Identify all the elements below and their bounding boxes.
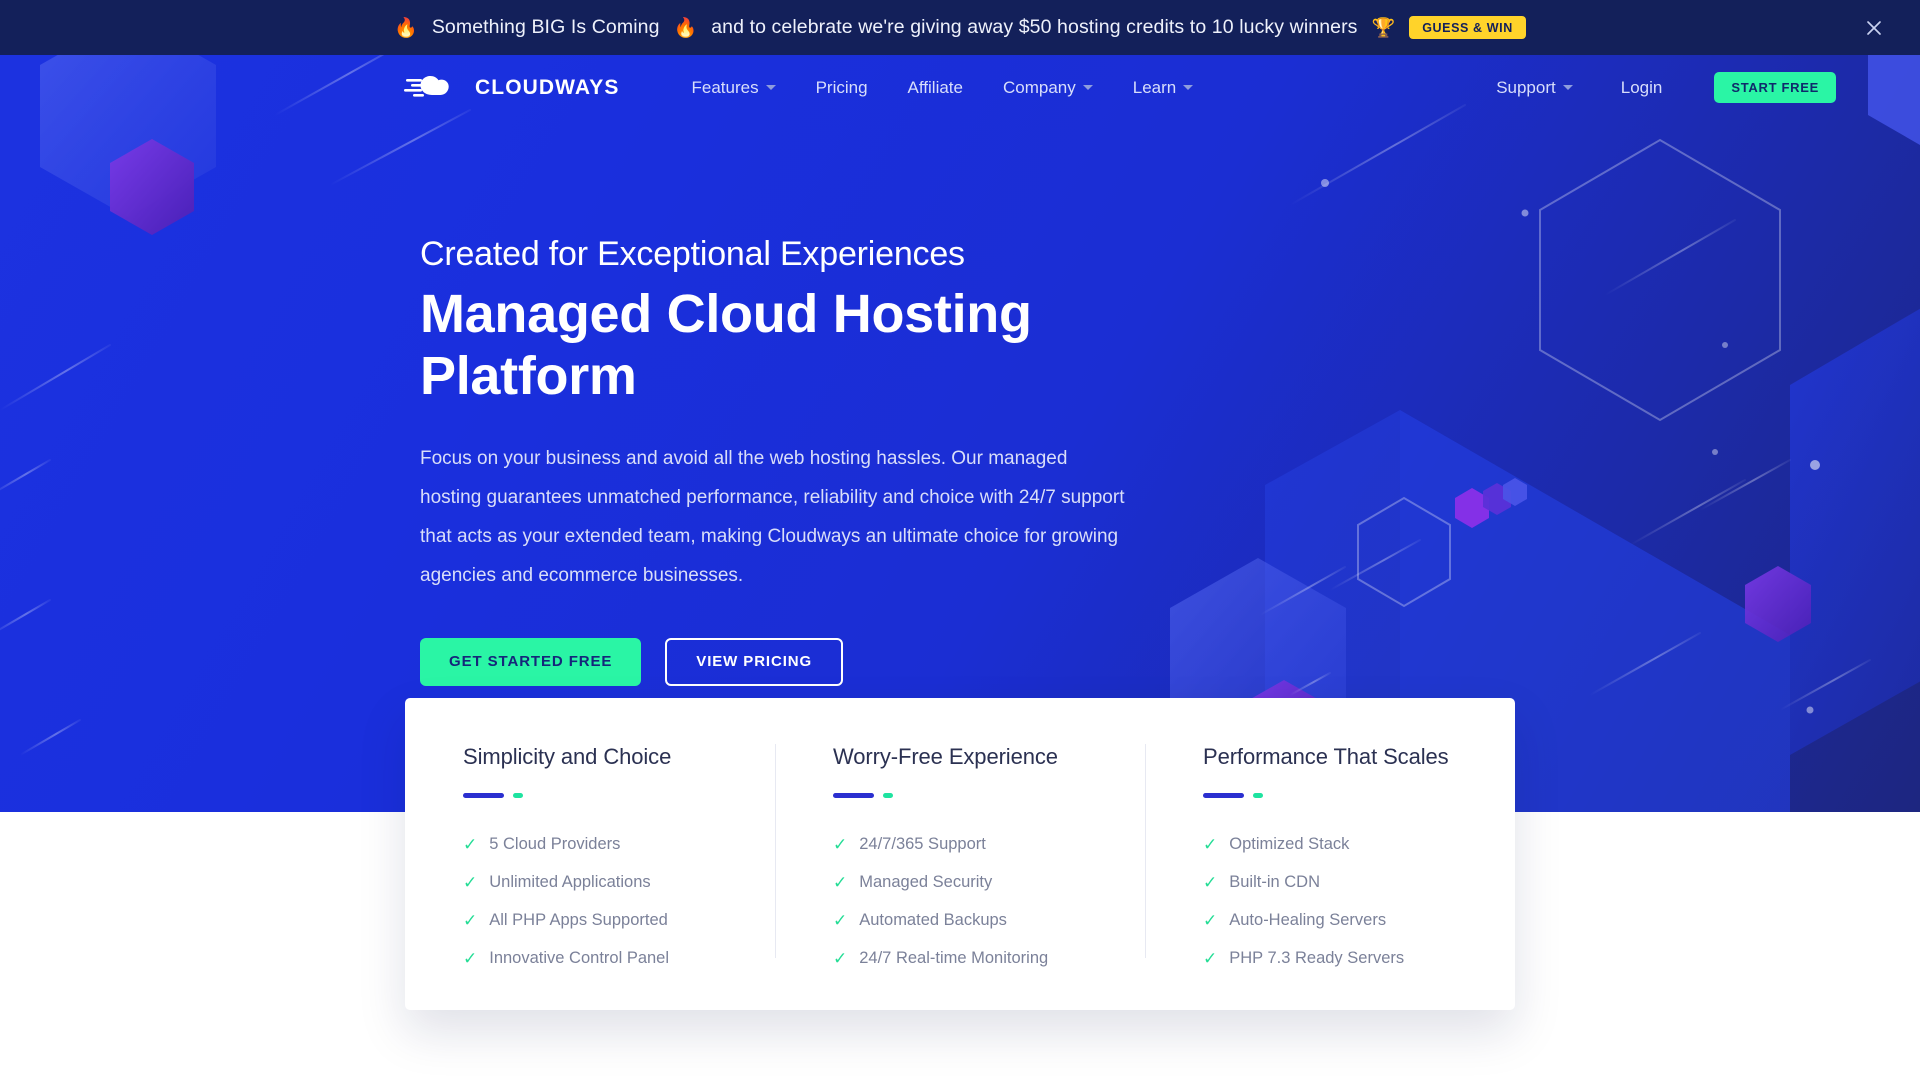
chevron-down-icon — [1083, 85, 1093, 90]
get-started-free-button[interactable]: GET STARTED FREE — [420, 638, 641, 686]
fire-emoji-left: 🔥 — [394, 16, 418, 40]
list-item: ✓ PHP 7.3 Ready Servers — [1203, 949, 1457, 968]
list-item: ✓ Innovative Control Panel — [463, 949, 717, 968]
feature-list: ✓ Optimized Stack ✓ Built-in CDN ✓ Auto-Hea… — [1203, 835, 1457, 968]
nav-label-pricing: Pricing — [816, 78, 868, 98]
nav-item-company[interactable]: Company — [983, 70, 1113, 106]
main-navigation: CLOUDWAYS Features Pricing Affiliate Com… — [0, 55, 1920, 120]
banner-text-part2: and to celebrate we're giving away $50 h… — [711, 16, 1357, 39]
rule-short-segment — [883, 793, 893, 798]
list-item: ✓ 24/7/365 Support — [833, 835, 1087, 854]
nav-label-features: Features — [691, 78, 758, 98]
page-title: Managed Cloud Hosting Platform — [420, 284, 1100, 407]
nav-label-company: Company — [1003, 78, 1076, 98]
list-item: ✓ Managed Security — [833, 873, 1087, 892]
list-item-label: Unlimited Applications — [489, 873, 650, 892]
cloudways-logo[interactable]: CLOUDWAYS — [404, 70, 619, 105]
nav-right-group: Support Login START FREE — [1476, 70, 1920, 106]
chevron-down-icon — [1563, 85, 1573, 90]
hero-cta-row: GET STARTED FREE VIEW PRICING — [420, 638, 1920, 686]
cloud-speed-icon — [404, 70, 466, 105]
close-icon[interactable] — [1861, 15, 1887, 41]
check-icon: ✓ — [833, 836, 847, 853]
check-icon: ✓ — [1203, 950, 1217, 967]
check-icon: ✓ — [833, 912, 847, 929]
hero-eyebrow: Created for Exceptional Experiences — [420, 235, 1920, 274]
rule-long-segment — [833, 793, 874, 798]
feature-column-worry-free: Worry-Free Experience ✓ 24/7/365 Support … — [775, 744, 1145, 1010]
list-item: ✓ 5 Cloud Providers — [463, 835, 717, 854]
fire-emoji-mid: 🔥 — [674, 16, 698, 40]
list-item: ✓ Built-in CDN — [1203, 873, 1457, 892]
feature-card: Simplicity and Choice ✓ 5 Cloud Providers… — [405, 698, 1515, 1010]
check-icon: ✓ — [463, 912, 477, 929]
rule-short-segment — [513, 793, 523, 798]
chevron-down-icon — [766, 85, 776, 90]
title-rule — [833, 793, 1087, 798]
hero-copy: Created for Exceptional Experiences Mana… — [0, 120, 1920, 686]
list-item: ✓ Automated Backups — [833, 911, 1087, 930]
feature-list: ✓ 5 Cloud Providers ✓ Unlimited Applicatio… — [463, 835, 717, 968]
list-item: ✓ Unlimited Applications — [463, 873, 717, 892]
rule-long-segment — [1203, 793, 1244, 798]
start-free-button[interactable]: START FREE — [1714, 72, 1836, 103]
view-pricing-button[interactable]: VIEW PRICING — [665, 638, 843, 686]
list-item-label: 5 Cloud Providers — [489, 835, 620, 854]
logo-text: CLOUDWAYS — [475, 76, 619, 100]
title-rule — [463, 793, 717, 798]
nav-label-login: Login — [1621, 78, 1663, 98]
nav-item-affiliate[interactable]: Affiliate — [888, 70, 983, 106]
chevron-down-icon — [1183, 85, 1193, 90]
list-item-label: PHP 7.3 Ready Servers — [1229, 949, 1404, 968]
nav-item-learn[interactable]: Learn — [1113, 70, 1213, 106]
feature-column-title: Performance That Scales — [1203, 744, 1457, 770]
announcement-banner: 🔥 Something BIG Is Coming 🔥 and to celeb… — [0, 0, 1920, 55]
rule-long-segment — [463, 793, 504, 798]
list-item-label: Innovative Control Panel — [489, 949, 669, 968]
nav-label-affiliate: Affiliate — [908, 78, 963, 98]
check-icon: ✓ — [1203, 874, 1217, 891]
banner-text-part1: Something BIG Is Coming — [432, 16, 660, 39]
check-icon: ✓ — [1203, 836, 1217, 853]
check-icon: ✓ — [463, 836, 477, 853]
list-item-label: 24/7 Real-time Monitoring — [859, 949, 1048, 968]
nav-label-learn: Learn — [1133, 78, 1176, 98]
hero-description: Focus on your business and avoid all the… — [420, 439, 1132, 596]
feature-column-title: Simplicity and Choice — [463, 744, 717, 770]
nav-item-support[interactable]: Support — [1476, 70, 1593, 106]
list-item-label: Managed Security — [859, 873, 992, 892]
list-item-label: Automated Backups — [859, 911, 1007, 930]
check-icon: ✓ — [833, 874, 847, 891]
check-icon: ✓ — [833, 950, 847, 967]
feature-column-performance: Performance That Scales ✓ Optimized Stack… — [1145, 744, 1515, 1010]
rule-short-segment — [1253, 793, 1263, 798]
nav-label-support: Support — [1496, 78, 1556, 98]
list-item: ✓ All PHP Apps Supported — [463, 911, 717, 930]
list-item-label: Built-in CDN — [1229, 873, 1320, 892]
feature-column-title: Worry-Free Experience — [833, 744, 1087, 770]
guess-and-win-button[interactable]: GUESS & WIN — [1409, 16, 1526, 40]
nav-item-features[interactable]: Features — [671, 70, 795, 106]
nav-links: Features Pricing Affiliate Company Learn — [671, 70, 1213, 106]
list-item: ✓ 24/7 Real-time Monitoring — [833, 949, 1087, 968]
list-item: ✓ Auto-Healing Servers — [1203, 911, 1457, 930]
list-item-label: 24/7/365 Support — [859, 835, 986, 854]
list-item-label: All PHP Apps Supported — [489, 911, 668, 930]
nav-item-login[interactable]: Login — [1601, 70, 1683, 106]
feature-column-simplicity: Simplicity and Choice ✓ 5 Cloud Providers… — [405, 744, 775, 1010]
title-rule — [1203, 793, 1457, 798]
list-item: ✓ Optimized Stack — [1203, 835, 1457, 854]
check-icon: ✓ — [463, 950, 477, 967]
list-item-label: Auto-Healing Servers — [1229, 911, 1386, 930]
list-item-label: Optimized Stack — [1229, 835, 1349, 854]
trophy-emoji: 🏆 — [1372, 16, 1396, 40]
check-icon: ✓ — [463, 874, 477, 891]
feature-list: ✓ 24/7/365 Support ✓ Managed Security ✓ Aut… — [833, 835, 1087, 968]
check-icon: ✓ — [1203, 912, 1217, 929]
nav-item-pricing[interactable]: Pricing — [796, 70, 888, 106]
